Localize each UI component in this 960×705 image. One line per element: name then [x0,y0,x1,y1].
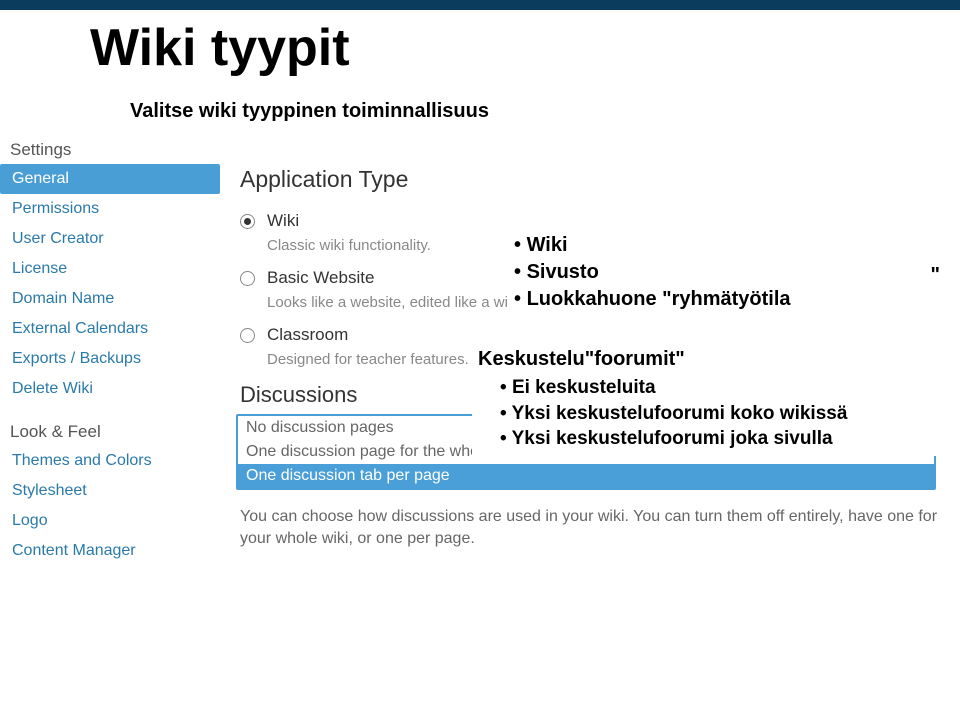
annotation-bullet: Wiki [514,232,942,259]
sidebar-group-settings: Settings [0,132,220,164]
radio-icon [240,328,255,343]
sidebar-item-domain-name[interactable]: Domain Name [0,284,220,314]
annotation-heading: Keskustelu"foorumit" [478,346,948,373]
section-title-application-type: Application Type [240,166,950,193]
radio-label: Classroom [267,325,348,345]
top-accent-bar [0,0,960,10]
sidebar-item-license[interactable]: License [0,254,220,284]
annotation-bullet: Yksi keskustelufoorumi koko wikissä [500,401,948,427]
sidebar-item-logo[interactable]: Logo [0,506,220,536]
radio-icon [240,271,255,286]
radio-label: Wiki [267,211,299,231]
annotation-discussions: Keskustelu"foorumit" Ei keskusteluita Yk… [472,342,954,456]
annotation-bullet: Ei keskusteluita [500,375,948,401]
sidebar-item-permissions[interactable]: Permissions [0,194,220,224]
sidebar-item-user-creator[interactable]: User Creator [0,224,220,254]
annotation-bullet: Sivusto [514,259,942,286]
annotation-bullet: Luokkahuone "ryhmätyötila [514,286,942,313]
radio-icon [240,214,255,229]
sidebar-item-stylesheet[interactable]: Stylesheet [0,476,220,506]
slide-subtitle: Valitse wiki tyyppinen toiminnallisuus [130,100,489,123]
slide-title: Wiki tyypit [90,18,350,78]
annotation-app-type: Wiki Sivusto Luokkahuone "ryhmätyötila " [508,228,948,317]
annotation-quote-mark: " [931,262,940,289]
sidebar-item-exports-backups[interactable]: Exports / Backups [0,344,220,374]
sidebar-item-general[interactable]: General [0,164,220,194]
sidebar-item-delete-wiki[interactable]: Delete Wiki [0,374,220,404]
disc-option-per-page[interactable]: One discussion tab per page [238,464,934,488]
sidebar-item-content-manager[interactable]: Content Manager [0,536,220,566]
sidebar-group-look-feel: Look & Feel [0,414,220,446]
settings-sidebar: Settings General Permissions User Creato… [0,132,220,566]
discussions-help-text: You can choose how discussions are used … [240,506,940,551]
sidebar-item-external-calendars[interactable]: External Calendars [0,314,220,344]
radio-label: Basic Website [267,268,374,288]
annotation-bullet: Yksi keskustelufoorumi joka sivulla [500,426,948,452]
sidebar-item-themes-colors[interactable]: Themes and Colors [0,446,220,476]
